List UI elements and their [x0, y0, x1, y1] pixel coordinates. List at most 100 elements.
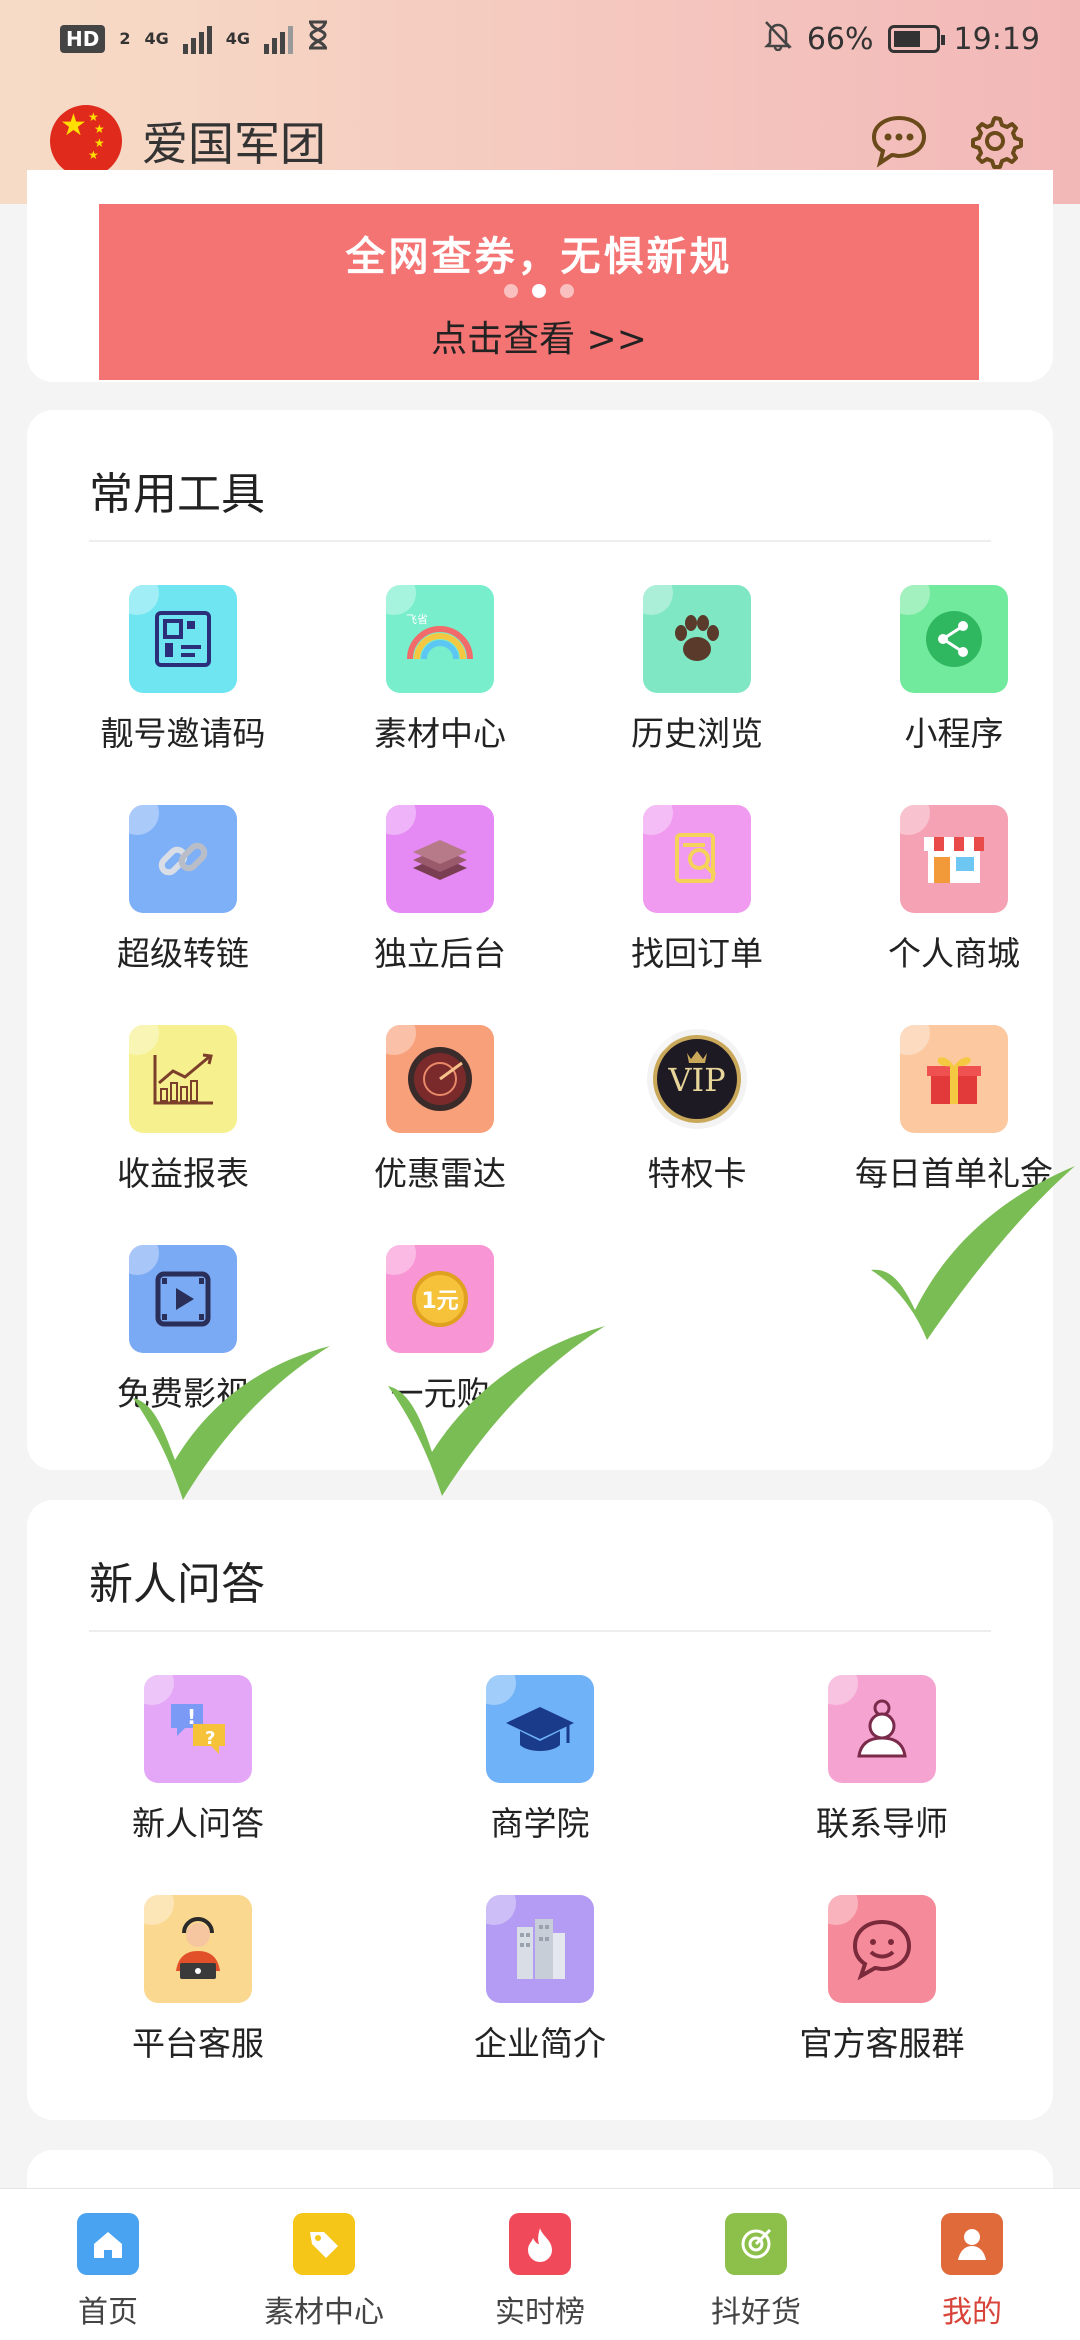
battery-percent: 66%	[806, 21, 874, 57]
nav-item-fire[interactable]: 实时榜	[432, 2189, 648, 2340]
flag-small-star: ★	[88, 148, 99, 162]
carousel-dot[interactable]	[560, 284, 574, 298]
status-bar: HD 2 4G 4G 66% 19:19	[0, 0, 1080, 78]
profile-icon	[941, 2213, 1003, 2275]
next-card-edge	[27, 2150, 1053, 2188]
tile-label: 收益报表	[117, 1154, 249, 1193]
hourglass-icon	[307, 20, 329, 58]
building-icon	[486, 1895, 594, 2003]
nav-item-profile[interactable]: 我的	[864, 2189, 1080, 2340]
tile-label: 靓号邀请码	[100, 714, 266, 753]
tile-label: 优惠雷达	[374, 1154, 506, 1193]
tile-label: 找回订单	[631, 934, 763, 973]
tool-report-chart[interactable]: 收益报表	[55, 1025, 311, 1195]
bottom-nav: 首页 素材中心 实时榜 抖好货 我的	[0, 2188, 1080, 2340]
china-flag-avatar[interactable]: ★ ★ ★ ★ ★	[50, 105, 122, 177]
tool-building[interactable]: 企业简介	[412, 1895, 668, 2065]
page-title: 爱国军团	[142, 117, 326, 171]
nav-item-tag[interactable]: 素材中心	[216, 2189, 432, 2340]
nav-label: 抖好货	[711, 2295, 801, 2330]
svg-text:VIP: VIP	[667, 1061, 725, 1099]
sim-indicator: 2	[119, 29, 131, 48]
tool-radar[interactable]: 优惠雷达	[312, 1025, 568, 1195]
svg-text:?: ?	[205, 1728, 215, 1749]
tool-smile[interactable]: 官方客服群	[754, 1895, 1010, 2065]
qr-code-icon	[129, 585, 237, 693]
nav-label: 首页	[78, 2295, 138, 2330]
signal-icon	[182, 24, 212, 54]
tile-label: 企业简介	[474, 2024, 606, 2063]
svg-text:飞省: 飞省	[406, 613, 428, 626]
promo-banner[interactable]: 全网查券，无惧新规 点击查看 >>	[99, 204, 979, 380]
video-icon	[129, 1245, 237, 1353]
banner-link[interactable]: 点击查看 >>	[431, 310, 647, 362]
order-search-icon	[643, 805, 751, 913]
tool-share[interactable]: 小程序	[826, 585, 1080, 755]
smile-icon	[828, 1895, 936, 2003]
divider	[89, 1630, 991, 1632]
bell-off-icon	[763, 19, 793, 59]
nav-label: 素材中心	[264, 2295, 384, 2330]
tile-label: 历史浏览	[631, 714, 763, 753]
tool-graduation-cap[interactable]: 商学院	[412, 1675, 668, 1845]
tile-label: 新人问答	[132, 1804, 264, 1843]
tag-icon	[293, 2213, 355, 2275]
nav-item-home[interactable]: 首页	[0, 2189, 216, 2340]
tool-qr-code[interactable]: 靓号邀请码	[55, 585, 311, 755]
shop-icon	[900, 805, 1008, 913]
tool-chat-question[interactable]: !? 新人问答	[70, 1675, 326, 1845]
network-type-1: 4G	[144, 29, 169, 48]
fire-icon	[509, 2213, 571, 2275]
carousel-dot-active[interactable]	[532, 284, 546, 298]
check-mark-icon	[871, 1166, 1075, 1340]
chat-bubble-icon	[871, 115, 927, 168]
hd-badge: HD	[60, 25, 106, 53]
tool-layers[interactable]: 独立后台	[312, 805, 568, 975]
tool-shop[interactable]: 个人商城	[826, 805, 1080, 975]
nav-label: 实时榜	[495, 2295, 585, 2330]
tile-label: 平台客服	[132, 2024, 264, 2063]
signal-icon-2	[264, 24, 294, 54]
status-right: 66% 19:19	[763, 19, 1040, 59]
battery-fill	[893, 31, 920, 47]
tool-order-search[interactable]: 找回订单	[569, 805, 825, 975]
link-icon	[129, 805, 237, 913]
tool-rainbow[interactable]: 飞省素材中心	[312, 585, 568, 755]
battery-icon	[887, 25, 945, 53]
tile-label: 个人商城	[888, 934, 1020, 973]
customer-service-icon	[144, 1895, 252, 2003]
tool-mentor[interactable]: 联系导师	[754, 1675, 1010, 1845]
tile-label: 官方客服群	[799, 2024, 965, 2063]
nav-item-target[interactable]: 抖好货	[648, 2189, 864, 2340]
banner-card: 全网查券，无惧新规 点击查看 >>	[27, 170, 1053, 382]
clock: 19:19	[953, 21, 1040, 57]
gear-icon	[971, 116, 1023, 169]
vip-icon: VIP	[643, 1025, 751, 1133]
tool-vip[interactable]: VIP 特权卡	[569, 1025, 825, 1195]
target-icon	[725, 2213, 787, 2275]
check-mark-icon	[133, 1346, 330, 1500]
carousel-dots	[99, 284, 979, 298]
graduation-cap-icon	[486, 1675, 594, 1783]
section-title-qa: 新人问答	[89, 1559, 265, 1610]
report-chart-icon	[129, 1025, 237, 1133]
carousel-dot[interactable]	[504, 284, 518, 298]
check-mark-icon	[388, 1326, 605, 1496]
message-button[interactable]	[864, 106, 934, 176]
gift-icon	[900, 1025, 1008, 1133]
mentor-icon	[828, 1675, 936, 1783]
flag-small-star: ★	[94, 122, 105, 136]
section-title-tools: 常用工具	[89, 469, 265, 520]
tool-customer-service[interactable]: 平台客服	[70, 1895, 326, 2065]
home-icon	[77, 2213, 139, 2275]
tile-label: 超级转链	[117, 934, 249, 973]
settings-button[interactable]	[960, 106, 1030, 176]
nav-label: 我的	[942, 2295, 1002, 2330]
tile-label: 素材中心	[374, 714, 506, 753]
tile-label: 商学院	[490, 1804, 590, 1843]
paw-icon	[643, 585, 751, 693]
network-type-2: 4G	[225, 29, 251, 48]
tile-label: 联系导师	[816, 1804, 948, 1843]
tool-paw[interactable]: 历史浏览	[569, 585, 825, 755]
tool-link[interactable]: 超级转链	[55, 805, 311, 975]
